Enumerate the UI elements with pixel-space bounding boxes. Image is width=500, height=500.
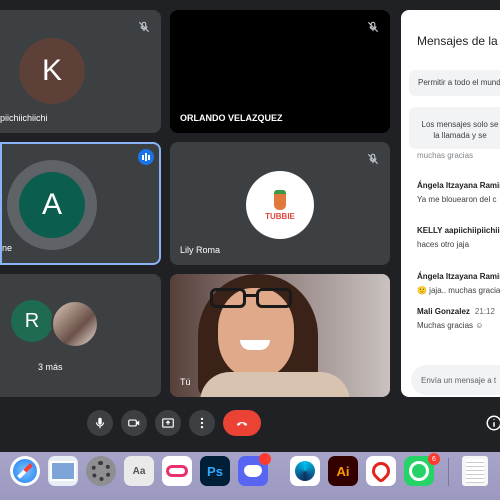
chat-input[interactable]: Envía un mensaje a t — [411, 365, 500, 395]
end-call-button[interactable] — [223, 410, 261, 436]
chat-panel: Mensajes de la l Permitir a todo el mund… — [401, 10, 500, 397]
discord-badge — [259, 453, 271, 465]
participant-name: Lily Roma — [180, 245, 221, 255]
participant-tile-more[interactable]: R 3 más — [0, 274, 161, 397]
message-sender: Ángela Itzayana Ramir — [417, 272, 500, 281]
participant-name: ne — [2, 243, 13, 253]
participant-tile-orlando[interactable]: ORLANDO VELAZQUEZ — [170, 10, 390, 133]
photoshop-icon[interactable]: Ps — [200, 456, 230, 486]
glasses-icon — [210, 288, 296, 308]
info-icon — [486, 415, 500, 431]
camera-button[interactable] — [121, 410, 147, 436]
webex-icon[interactable] — [290, 456, 320, 486]
participant-name: Tú — [180, 377, 191, 387]
mic-off-icon — [367, 153, 379, 165]
avatar-a: A — [19, 172, 85, 238]
avatar-photo — [51, 300, 99, 348]
participant-name: piichiichiichi — [0, 113, 48, 123]
speaking-indicator-icon — [138, 149, 154, 165]
document-icon[interactable] — [462, 456, 488, 486]
participant-tile-a[interactable]: A ne — [0, 142, 161, 265]
creative-cloud-icon[interactable] — [162, 456, 192, 486]
allow-all-toggle[interactable]: Permitir a todo el mund — [409, 70, 500, 96]
tubbie-logo: TUBBIE — [246, 171, 314, 239]
chat-title: Mensajes de la l — [417, 34, 500, 48]
message-sender: Mali Gonzalez 21:12 — [417, 307, 495, 316]
camera-icon — [128, 419, 140, 427]
more-options-button[interactable] — [189, 410, 215, 436]
acrobat-icon[interactable] — [366, 456, 396, 486]
message-sender: Ángela Itzayana Ramir — [417, 181, 500, 190]
end-call-icon — [236, 421, 248, 426]
self-video-tile[interactable]: Tú — [170, 274, 390, 397]
participant-tile-k[interactable]: K piichiichiichi — [0, 10, 161, 133]
message-text: Muchas gracias ☺ — [417, 321, 484, 330]
avatar-r: R — [11, 300, 53, 342]
font-book-icon[interactable]: Aa — [124, 456, 154, 486]
message-text: 🙂 jaja.. muchas gracia — [417, 286, 500, 295]
mic-button[interactable] — [87, 410, 113, 436]
safari-icon[interactable] — [10, 456, 40, 486]
notice-line-2: la llamada y se — [433, 131, 487, 140]
message-text: haces otro jaja — [417, 240, 470, 249]
plant-icon — [274, 189, 286, 210]
avatar-k: K — [19, 38, 85, 104]
message-time: 21:12 — [474, 307, 495, 316]
dock-divider — [448, 458, 449, 486]
cut-message-text: muchas gracias — [417, 151, 474, 160]
more-participants-label: 3 más — [38, 362, 63, 372]
mic-icon — [95, 417, 105, 429]
message-sender-name: Mali Gonzalez — [417, 307, 470, 316]
whatsapp-badge: 6 — [428, 453, 440, 465]
present-button[interactable] — [155, 410, 181, 436]
info-button[interactable] — [485, 414, 500, 432]
system-preferences-icon[interactable] — [86, 456, 116, 486]
mic-off-icon — [367, 21, 379, 33]
illustrator-icon[interactable]: Ai — [328, 456, 358, 486]
person-shirt — [200, 372, 350, 397]
more-icon — [200, 417, 204, 429]
participant-tile-lily[interactable]: TUBBIE Lily Roma — [170, 142, 390, 265]
logo-text: TUBBIE — [265, 211, 295, 221]
message-sender: KELLY aapiichiipiichii — [417, 226, 500, 235]
participant-name: ORLANDO VELAZQUEZ — [180, 113, 283, 123]
notice-line-1: Los mensajes solo se — [421, 120, 499, 129]
preview-icon[interactable] — [48, 456, 78, 486]
mic-off-icon — [138, 21, 150, 33]
present-icon — [162, 418, 174, 428]
chat-notice: Los mensajes solo se la llamada y se — [409, 107, 500, 149]
message-text: Ya me blouearon del c — [417, 195, 497, 204]
